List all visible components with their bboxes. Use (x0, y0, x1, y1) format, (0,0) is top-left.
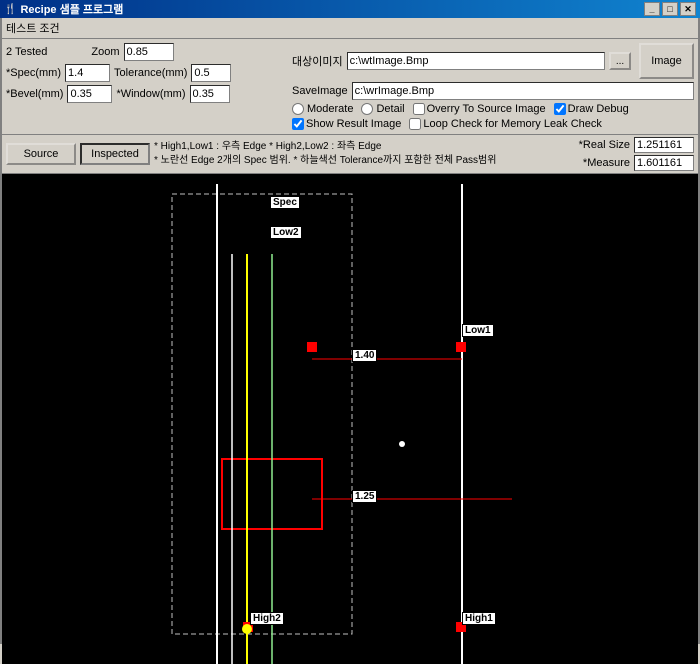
high2-label-canvas: High2 (250, 612, 284, 625)
val125-label-canvas: 1.25 (352, 490, 377, 503)
save-label: SaveImage (292, 85, 348, 97)
spec-label-canvas: Spec (270, 196, 300, 209)
show-result-label: Show Result Image (306, 118, 401, 130)
hint-line-1: * High1,Low1 : 우측 Edge * High2,Low2 : 좌측… (154, 140, 571, 154)
low2-label-canvas: Low2 (270, 226, 302, 239)
moderate-radio[interactable] (292, 103, 304, 115)
moderate-label: Moderate (307, 103, 353, 115)
draw-debug-checkbox[interactable] (554, 103, 566, 115)
high1-label-canvas: High1 (462, 612, 496, 625)
zoom-input[interactable] (124, 43, 174, 61)
close-button[interactable]: ✕ (680, 2, 696, 16)
source-inspected-row: Source Inspected * High1,Low1 : 우측 Edge … (2, 135, 698, 174)
tested-label: 2 Tested (6, 46, 47, 58)
menu-item-test[interactable]: 테스트 조건 (6, 23, 60, 35)
save-path-input[interactable] (352, 82, 694, 100)
maximize-button[interactable]: □ (662, 2, 678, 16)
spec-row: *Spec(mm) Tolerance(mm) (6, 64, 286, 82)
left-panel: 2 Tested Zoom *Spec(mm) Tolerance(mm) *B… (6, 43, 286, 130)
image-canvas: Spec Low2 Low1 1.40 1.25 High1 High2 (2, 174, 698, 664)
show-result-checkbox[interactable] (292, 118, 304, 130)
overlay-checkbox-item[interactable]: Overry To Source Image (413, 103, 546, 115)
red-marker-low1 (456, 342, 466, 352)
checkbox-row-2: Show Result Image Loop Check for Memory … (292, 118, 694, 130)
source-button[interactable]: Source (6, 143, 76, 165)
title-bar-left: 🍴 Recipe 샘플 프로그램 (4, 1, 123, 17)
center-dot (399, 441, 405, 447)
window-input[interactable] (190, 85, 230, 103)
tolerance-input[interactable] (191, 64, 231, 82)
draw-debug-checkbox-item[interactable]: Draw Debug (554, 103, 629, 115)
zoom-label: Zoom (91, 46, 119, 58)
main-window: 테스트 조건 2 Tested Zoom *Spec(mm) Tolerance… (0, 18, 700, 644)
title-controls[interactable]: _ □ ✕ (644, 2, 696, 16)
loop-check-checkbox[interactable] (409, 118, 421, 130)
hint-text: * High1,Low1 : 우측 Edge * High2,Low2 : 좌측… (154, 140, 571, 168)
red-marker-low2 (307, 342, 317, 352)
window-label: *Window(mm) (116, 88, 185, 100)
show-result-checkbox-item[interactable]: Show Result Image (292, 118, 401, 130)
title-bar: 🍴 Recipe 샘플 프로그램 _ □ ✕ (0, 0, 700, 18)
canvas-svg (2, 174, 698, 664)
spec-label: *Spec(mm) (6, 67, 61, 79)
tolerance-label: Tolerance(mm) (114, 67, 187, 79)
inspected-button[interactable]: Inspected (80, 143, 150, 165)
target-path-input[interactable] (347, 52, 605, 70)
real-size-input[interactable] (634, 137, 694, 153)
measure-row: *Measure (583, 155, 694, 171)
yellow-marker-high2 (242, 624, 252, 634)
top-section: 2 Tested Zoom *Spec(mm) Tolerance(mm) *B… (2, 39, 698, 135)
menu-bar: 테스트 조건 (2, 18, 698, 39)
draw-debug-label: Draw Debug (568, 103, 629, 115)
hint-line-2: * 노란선 Edge 2개의 Spec 범위. * 하늘색선 Tolerance… (154, 154, 571, 168)
target-image-row: 대상이미지 ... Image (292, 43, 694, 79)
title-text: Recipe 샘플 프로그램 (20, 1, 123, 17)
size-panel: *Real Size *Measure (575, 137, 694, 171)
overlay-checkbox[interactable] (413, 103, 425, 115)
tested-row: 2 Tested Zoom (6, 43, 286, 61)
detail-radio-group: Detail (361, 103, 404, 115)
save-image-row: SaveImage (292, 82, 694, 100)
spec-input[interactable] (65, 64, 110, 82)
detail-label: Detail (376, 103, 404, 115)
bevel-label: *Bevel(mm) (6, 88, 63, 100)
val140-label-canvas: 1.40 (352, 349, 377, 362)
bevel-row: *Bevel(mm) *Window(mm) (6, 85, 286, 103)
target-label: 대상이미지 (292, 53, 343, 69)
app-icon: 🍴 (4, 4, 16, 15)
checkbox-row-1: Moderate Detail Overry To Source Image D… (292, 103, 694, 115)
moderate-radio-group: Moderate (292, 103, 353, 115)
dashed-rect (172, 194, 352, 634)
bevel-input[interactable] (67, 85, 112, 103)
right-panel: 대상이미지 ... Image SaveImage Moderate Detai… (292, 43, 694, 130)
browse-button[interactable]: ... (609, 52, 631, 70)
measure-input[interactable] (634, 155, 694, 171)
loop-check-label: Loop Check for Memory Leak Check (423, 118, 602, 130)
overlay-label: Overry To Source Image (427, 103, 546, 115)
real-size-label: *Real Size (579, 139, 630, 151)
loop-check-checkbox-item[interactable]: Loop Check for Memory Leak Check (409, 118, 602, 130)
image-button[interactable]: Image (639, 43, 694, 79)
detail-radio[interactable] (361, 103, 373, 115)
low1-label-canvas: Low1 (462, 324, 494, 337)
measure-label: *Measure (583, 157, 630, 169)
real-size-row: *Real Size (579, 137, 694, 153)
minimize-button[interactable]: _ (644, 2, 660, 16)
